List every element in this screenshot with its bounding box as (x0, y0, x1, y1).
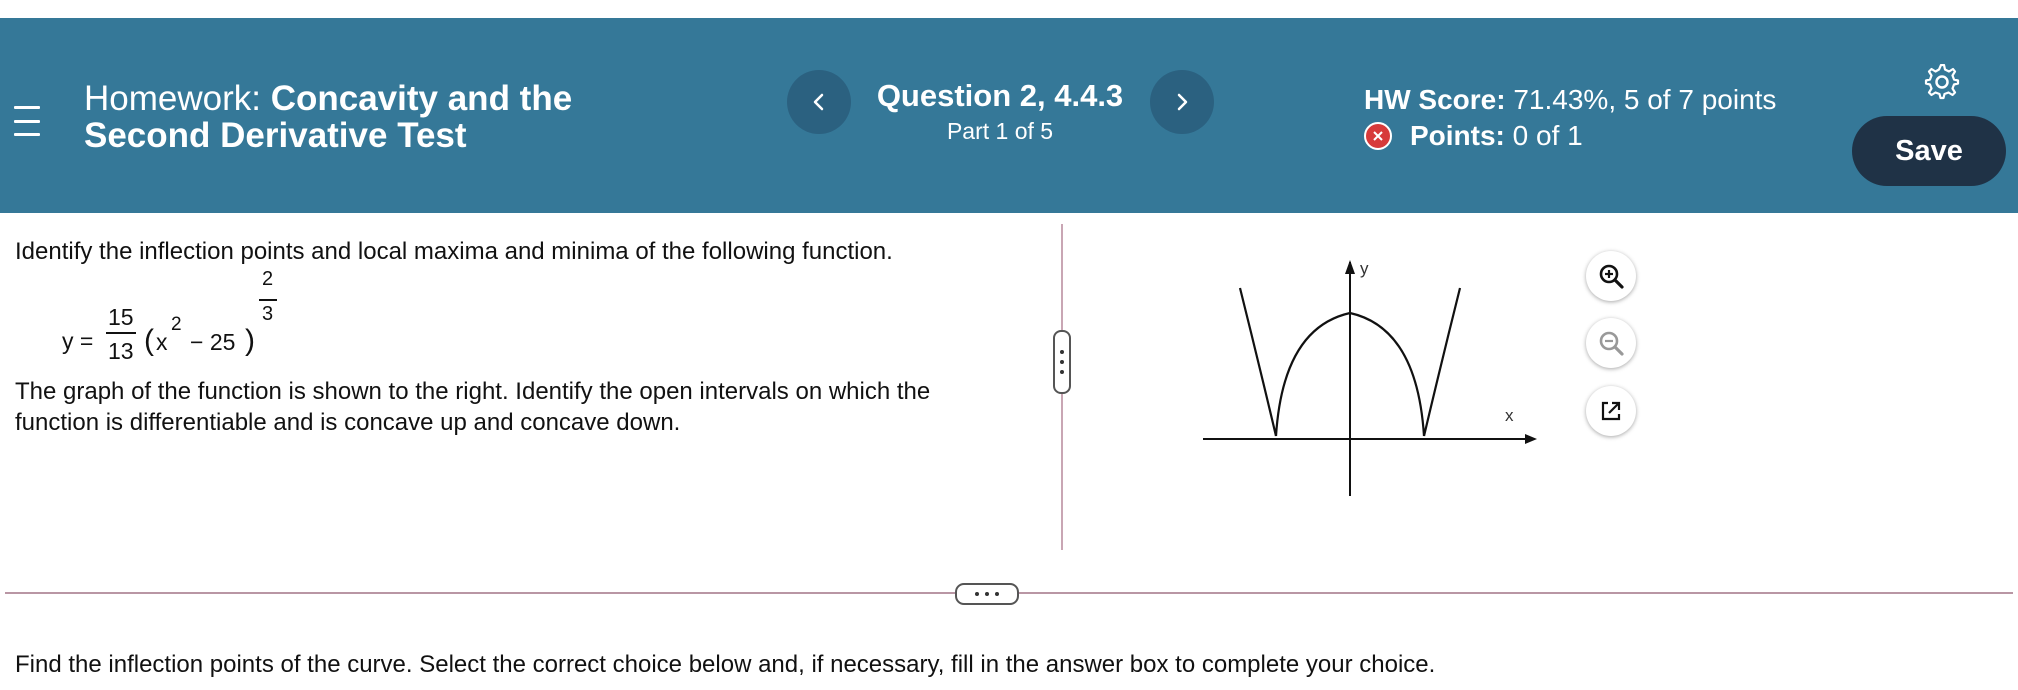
y-axis-label: y (1360, 259, 1369, 278)
formula-base: x (156, 329, 168, 355)
points-label: Points: (1410, 120, 1505, 151)
chevron-right-icon (1177, 93, 1188, 111)
formula-exponent-bar (259, 299, 277, 301)
horizontal-resize-handle[interactable] (955, 583, 1019, 605)
header-bar: Homework: Concavity and the Second Deriv… (0, 18, 2018, 213)
gear-icon[interactable] (1924, 63, 1960, 100)
function-graph: x y (1190, 250, 1540, 500)
formula-lhs: y = (62, 328, 94, 354)
answer-prompt: Find the inflection points of the curve.… (15, 651, 1436, 678)
question-part: Part 1 of 5 (946, 118, 1054, 144)
formula-exponent-numerator: 2 (262, 268, 274, 290)
x-axis-arrow (1525, 434, 1537, 444)
popout-button[interactable] (1586, 386, 1636, 436)
formula-close-paren: ) (245, 324, 255, 357)
points: Points: 0 of 1 (1364, 118, 1824, 154)
hamburger-menu-icon[interactable] (14, 106, 40, 136)
zoom-out-icon (1599, 331, 1624, 356)
hw-score-label: HW Score: (1364, 84, 1506, 115)
right-curve-branch (1422, 287, 1462, 437)
question-instruction: Identify the inflection points and local… (15, 238, 893, 265)
homework-title: Homework: Concavity and the Second Deriv… (84, 80, 644, 154)
save-button[interactable]: Save (1852, 116, 2006, 186)
zoom-in-button[interactable] (1586, 251, 1636, 301)
function-graph-svg: x y (1203, 259, 1537, 496)
question-indicator: Question 2, 4.4.3 Part 1 of 5 (860, 78, 1140, 145)
function-formula: y = 15 13 ( x 2 − 25 ) 2 3 (62, 268, 322, 378)
next-question-button[interactable] (1150, 70, 1214, 134)
x-axis-label: x (1505, 406, 1514, 425)
zoom-in-icon (1599, 264, 1624, 289)
hw-score-value: 71.43%, 5 of 7 points (1513, 84, 1777, 115)
question-title: Question 2, 4.4.3 (876, 78, 1124, 113)
homework-title-prefix: Homework: (84, 79, 261, 118)
score-block: HW Score: 71.43%, 5 of 7 points Points: … (1364, 82, 1824, 154)
formula-coefficient-bar (106, 332, 136, 334)
x-circle-icon (1364, 122, 1392, 150)
formula-coefficient-numerator: 15 (108, 304, 134, 330)
y-axis-arrow (1345, 260, 1355, 274)
vertical-resize-handle[interactable] (1053, 330, 1071, 394)
zoom-out-button[interactable] (1586, 318, 1636, 368)
left-curve-branch (1238, 287, 1278, 437)
previous-question-button[interactable] (787, 70, 851, 134)
popout-icon (1601, 401, 1621, 421)
chevron-left-icon (813, 93, 824, 111)
points-value: 0 of 1 (1512, 120, 1583, 151)
graph-instruction: The graph of the function is shown to th… (15, 378, 931, 436)
hw-score: HW Score: 71.43%, 5 of 7 points (1364, 82, 1824, 118)
formula-exponent-denominator: 3 (262, 303, 274, 325)
formula-inner-exponent: 2 (171, 314, 182, 335)
formula-rest: − 25 (190, 329, 236, 355)
formula-open-paren: ( (144, 324, 154, 357)
top-strip (0, 0, 2018, 18)
formula-coefficient-denominator: 13 (108, 338, 134, 364)
